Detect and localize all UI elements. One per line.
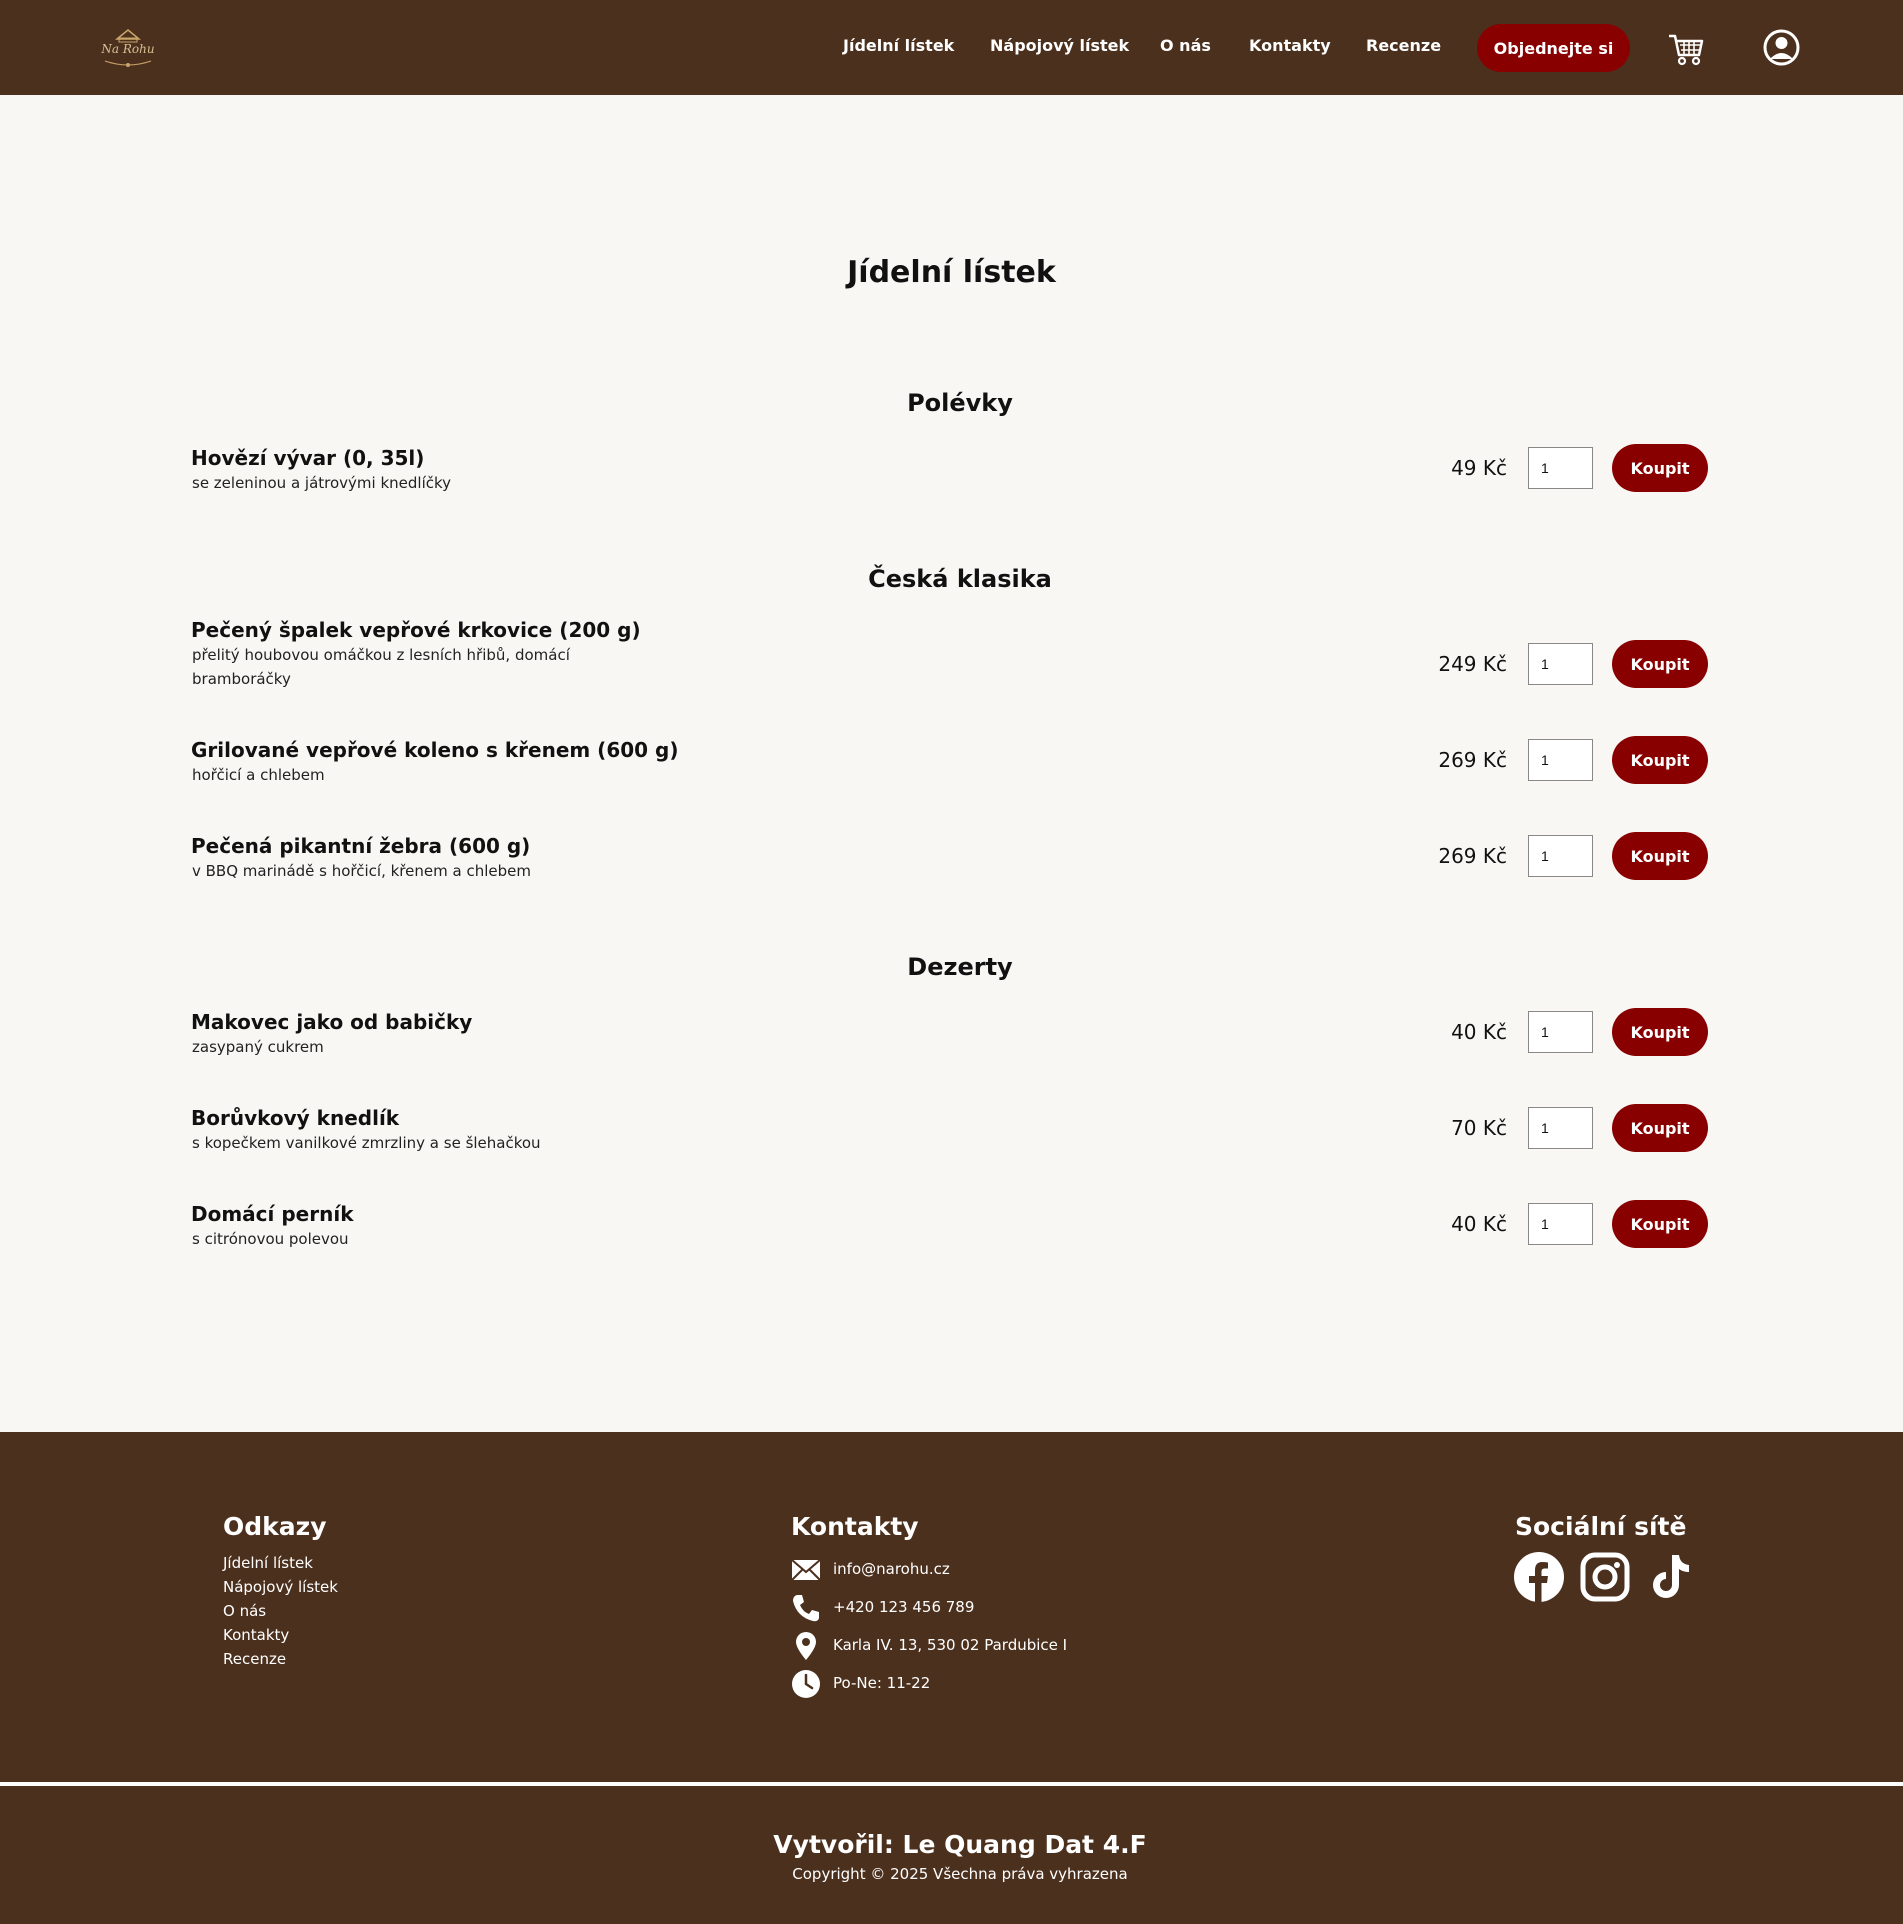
logo[interactable]: Na Rohu	[97, 25, 159, 69]
contact-email-text[interactable]: info@narohu.cz	[833, 1560, 950, 1578]
item-name: Makovec jako od babičky	[191, 1010, 473, 1034]
nav-jidelni-listek[interactable]: Jídelní lístek	[843, 36, 954, 55]
item-name: Domácí perník	[191, 1202, 354, 1226]
footer-credit: Vytvořil: Le Quang Dat 4.F	[773, 1830, 1147, 1859]
footer-copyright: Copyright © 2025 Všechna práva vyhrazena	[792, 1865, 1128, 1883]
clock-icon	[792, 1670, 820, 1698]
item-name: Pečený špalek vepřové krkovice (200 g)	[191, 618, 641, 642]
tiktok-icon[interactable]	[1646, 1552, 1696, 1602]
contact-email: info@narohu.cz	[791, 1554, 950, 1586]
contact-phone-text[interactable]: +420 123 456 789	[833, 1598, 974, 1616]
nav-recenze[interactable]: Recenze	[1366, 36, 1441, 55]
item-name: Pečená pikantní žebra (600 g)	[191, 834, 531, 858]
user-icon[interactable]	[1763, 29, 1800, 66]
quantity-input[interactable]	[1528, 1203, 1593, 1245]
nav-napojovy-listek[interactable]: Nápojový lístek	[990, 36, 1129, 55]
footer-links-heading: Odkazy	[223, 1512, 327, 1541]
section-title-dezerty: Dezerty	[907, 953, 1013, 981]
buy-button[interactable]: Koupit	[1612, 1104, 1708, 1152]
item-desc: přelitý houbovou omáčkou z lesních hřibů…	[192, 646, 570, 688]
item-name: Grilované vepřové koleno s křenem (600 g…	[191, 738, 679, 762]
buy-button[interactable]: Koupit	[1612, 736, 1708, 784]
contact-hours: Po-Ne: 11-22	[791, 1668, 930, 1700]
contact-address-text: Karla IV. 13, 530 02 Pardubice I	[833, 1636, 1068, 1654]
buy-button[interactable]: Koupit	[1612, 1008, 1708, 1056]
footer-link-napojovy-listek[interactable]: Nápojový lístek	[223, 1578, 338, 1596]
mail-icon	[791, 1559, 821, 1581]
item-desc: v BBQ marinádě s hořčicí, křenem a chleb…	[192, 862, 531, 880]
footer-social-heading: Sociální sítě	[1515, 1512, 1687, 1541]
item-price: 269 Kč	[1438, 748, 1507, 772]
item-price: 40 Kč	[1451, 1020, 1507, 1044]
footer-link-o-nas[interactable]: O nás	[223, 1602, 266, 1620]
cart-icon[interactable]	[1668, 33, 1704, 66]
item-price: 70 Kč	[1451, 1116, 1507, 1140]
buy-button[interactable]: Koupit	[1612, 444, 1708, 492]
quantity-input[interactable]	[1528, 643, 1593, 685]
location-icon	[796, 1632, 816, 1660]
footer-link-kontakty[interactable]: Kontakty	[223, 1626, 289, 1644]
item-desc: s citrónovou polevou	[192, 1230, 349, 1248]
buy-button[interactable]: Koupit	[1612, 832, 1708, 880]
quantity-input[interactable]	[1528, 739, 1593, 781]
nav-o-nas[interactable]: O nás	[1160, 36, 1211, 55]
instagram-icon[interactable]	[1580, 1552, 1630, 1602]
item-name: Hovězí vývar (0, 35l)	[191, 446, 425, 470]
item-price: 49 Kč	[1451, 456, 1507, 480]
site-footer: Odkazy Jídelní lístek Nápojový lístek O …	[0, 1432, 1903, 1924]
phone-icon	[793, 1595, 819, 1622]
contact-hours-text: Po-Ne: 11-22	[833, 1674, 931, 1692]
item-price: 40 Kč	[1451, 1212, 1507, 1236]
facebook-icon[interactable]	[1514, 1552, 1564, 1602]
item-price: 249 Kč	[1438, 652, 1507, 676]
item-desc: zasypaný cukrem	[192, 1038, 324, 1056]
footer-link-recenze[interactable]: Recenze	[223, 1650, 286, 1668]
footer-contacts-heading: Kontakty	[791, 1512, 919, 1541]
section-title-polevky: Polévky	[907, 389, 1013, 417]
item-desc: s kopečkem vanilkové zmrzliny a se šleha…	[192, 1134, 541, 1152]
footer-divider	[0, 1782, 1903, 1786]
item-desc: hořčicí a chlebem	[192, 766, 325, 784]
nav-kontakty[interactable]: Kontakty	[1249, 36, 1331, 55]
contact-phone: +420 123 456 789	[791, 1592, 974, 1624]
item-desc: se zeleninou a játrovými knedlíčky	[192, 474, 452, 492]
contact-address: Karla IV. 13, 530 02 Pardubice I	[791, 1630, 1067, 1662]
quantity-input[interactable]	[1528, 835, 1593, 877]
quantity-input[interactable]	[1528, 1107, 1593, 1149]
item-price: 269 Kč	[1438, 844, 1507, 868]
order-button[interactable]: Objednejte si	[1477, 24, 1630, 72]
site-header: Na Rohu Jídelní lístek Nápojový lístek O…	[0, 0, 1903, 95]
buy-button[interactable]: Koupit	[1612, 640, 1708, 688]
quantity-input[interactable]	[1528, 447, 1593, 489]
item-name: Borůvkový knedlík	[191, 1106, 400, 1130]
footer-link-jidelni-listek[interactable]: Jídelní lístek	[223, 1554, 313, 1572]
page-title: Jídelní lístek	[847, 255, 1056, 290]
buy-button[interactable]: Koupit	[1612, 1200, 1708, 1248]
section-title-ceska-klasika: Česká klasika	[868, 565, 1052, 593]
logo-text: Na Rohu	[101, 42, 155, 56]
quantity-input[interactable]	[1528, 1011, 1593, 1053]
